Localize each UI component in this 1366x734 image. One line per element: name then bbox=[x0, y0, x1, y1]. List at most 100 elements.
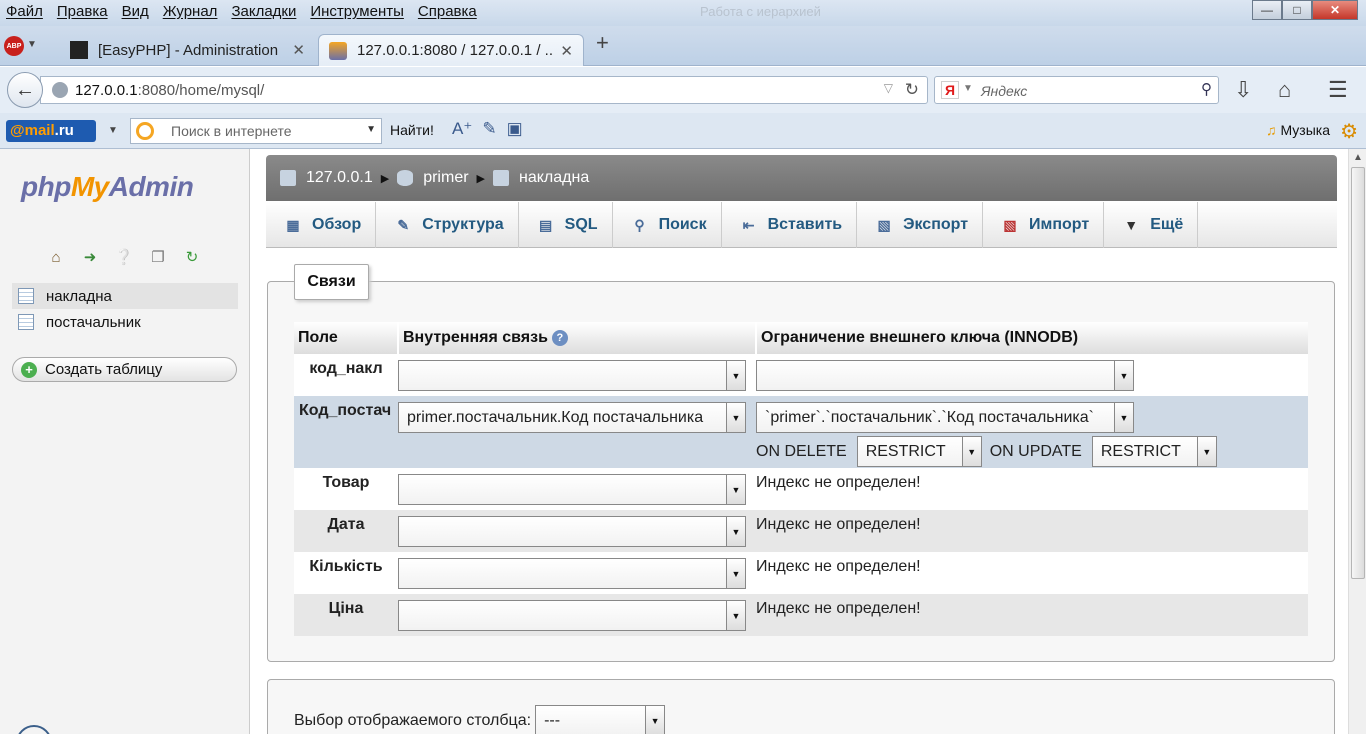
screenshot-icon[interactable]: ▣ bbox=[507, 119, 523, 139]
internet-search-input[interactable]: Поиск в интернете ▼ bbox=[130, 118, 382, 144]
minimize-button[interactable]: — bbox=[1252, 0, 1282, 20]
internal-relation-select[interactable]: ▼ bbox=[398, 600, 746, 631]
tab-easyphp[interactable]: [EasyPHP] - Administration ✕ bbox=[60, 34, 315, 66]
menu-help[interactable]: Справка bbox=[418, 3, 477, 20]
internal-relation-select[interactable]: ▼ bbox=[398, 516, 746, 547]
scroll-up-icon[interactable]: ▲ bbox=[1353, 152, 1363, 163]
adblock-icon[interactable]: ABP bbox=[4, 36, 24, 56]
download-icon[interactable]: ⇩ bbox=[1234, 77, 1252, 103]
table-item-nakladna[interactable]: накладна bbox=[12, 283, 238, 309]
breadcrumb-database[interactable]: primer bbox=[397, 169, 469, 187]
internal-cell: ▼ bbox=[398, 468, 756, 510]
yandex-icon[interactable]: Я bbox=[941, 81, 959, 99]
new-tab-icon[interactable]: + bbox=[596, 30, 609, 56]
tab-close-icon[interactable]: ✕ bbox=[560, 42, 573, 60]
url-history-dropdown-icon[interactable]: ▽ bbox=[884, 81, 893, 95]
display-column-select[interactable]: --- ▼ bbox=[535, 705, 666, 734]
internal-relation-select[interactable]: ▼ bbox=[398, 474, 746, 505]
menu-view[interactable]: Вид bbox=[122, 3, 149, 20]
menu-bookmarks[interactable]: Закладки bbox=[231, 3, 296, 20]
tab-search[interactable]: ⚲ Поиск bbox=[613, 202, 722, 248]
back-button[interactable]: ← bbox=[7, 72, 43, 108]
field-name: Ціна bbox=[294, 594, 398, 636]
navigation-panel: phpMyAdmin ⌂ ➜ ❔ ❐ ↻ накладна постачальн… bbox=[0, 149, 250, 734]
music-button[interactable]: ♫ Музыка bbox=[1266, 122, 1330, 138]
tab-label: SQL bbox=[564, 216, 598, 233]
tab-export[interactable]: ▧ Экспорт bbox=[857, 202, 984, 248]
reload-icon[interactable]: ↻ bbox=[905, 80, 919, 100]
phpmyadmin-logo[interactable]: phpMyAdmin bbox=[21, 171, 194, 203]
insert-icon: ⇤ bbox=[742, 216, 755, 233]
internal-relation-select[interactable]: primer.постачальник.Код постачальника ▼ bbox=[398, 402, 746, 433]
chevron-down-icon[interactable]: ▼ bbox=[366, 124, 376, 135]
menu-file[interactable]: Файл bbox=[6, 3, 43, 20]
internal-relation-select[interactable]: ▼ bbox=[398, 360, 746, 391]
select-value: primer.постачальник.Код постачальника bbox=[407, 408, 704, 426]
tab-structure[interactable]: ✎ Структура bbox=[376, 202, 519, 248]
tab-label: Экспорт bbox=[903, 216, 969, 233]
url-text[interactable]: 127.0.0.1:8080/home/mysql/ bbox=[75, 82, 264, 99]
menu-tools[interactable]: Инструменты bbox=[310, 3, 404, 20]
close-window-button[interactable]: ✕ bbox=[1312, 0, 1358, 20]
mailru-logo-ru: .ru bbox=[54, 122, 74, 139]
maximize-button[interactable]: □ bbox=[1282, 0, 1312, 20]
on-delete-label: ON DELETE bbox=[756, 442, 847, 460]
scrollbar-thumb[interactable] bbox=[1351, 167, 1365, 579]
search-icon: ⚲ bbox=[634, 216, 645, 233]
tab-import[interactable]: ▧ Импорт bbox=[983, 202, 1105, 248]
server-icon bbox=[280, 170, 296, 186]
globe-icon bbox=[52, 82, 68, 98]
chevron-down-icon: ▼ bbox=[645, 706, 665, 734]
select-value: `primer`.`постачальник`.`Код постачальни… bbox=[765, 408, 1094, 426]
search-bar[interactable]: Я ▼ Яндекс ⚲ bbox=[934, 76, 1219, 104]
mailru-dropdown-icon[interactable]: ▼ bbox=[108, 125, 118, 136]
foreign-key-select[interactable]: `primer`.`постачальник`.`Код постачальни… bbox=[756, 402, 1134, 433]
reload-icon[interactable]: ↻ bbox=[182, 247, 202, 267]
url-bar[interactable]: 127.0.0.1:8080/home/mysql/ ▽ ↻ bbox=[40, 76, 928, 104]
search-placeholder: Яндекс bbox=[981, 83, 1028, 99]
pma-favicon-icon bbox=[329, 41, 347, 60]
font-size-icon[interactable]: A⁺ bbox=[452, 119, 472, 139]
find-button[interactable]: Найти! bbox=[390, 122, 434, 138]
foreign-key-select[interactable]: ▼ bbox=[756, 360, 1134, 391]
panel-bottom-icon[interactable] bbox=[16, 725, 52, 734]
on-update-select[interactable]: RESTRICT ▼ bbox=[1091, 436, 1217, 467]
tab-more[interactable]: ▼ Ещё bbox=[1104, 202, 1199, 248]
tab-close-icon[interactable]: ✕ bbox=[292, 41, 305, 59]
tab-insert[interactable]: ⇤ Вставить bbox=[722, 202, 858, 248]
menu-edit[interactable]: Правка bbox=[57, 3, 108, 20]
logout-icon[interactable]: ➜ bbox=[80, 247, 100, 267]
tab-title: [EasyPHP] - Administration bbox=[98, 41, 279, 59]
highlight-icon[interactable]: ✎ bbox=[482, 119, 496, 139]
breadcrumb-table[interactable]: накладна bbox=[493, 169, 589, 187]
internal-cell: primer.постачальник.Код постачальника ▼ bbox=[398, 396, 756, 468]
select-value: RESTRICT bbox=[1100, 442, 1181, 460]
search-icon[interactable]: ⚲ bbox=[1201, 80, 1212, 98]
breadcrumb-server[interactable]: 127.0.0.1 bbox=[280, 169, 373, 187]
table-icon bbox=[493, 170, 510, 186]
field-name: Товар bbox=[294, 468, 398, 510]
tab-phpmyadmin[interactable]: 127.0.0.1:8080 / 127.0.0.1 / ... ✕ bbox=[318, 34, 584, 66]
home-icon[interactable]: ⌂ bbox=[46, 247, 66, 267]
mailru-logo[interactable]: @mail.ru bbox=[6, 120, 96, 142]
header-internal-label: Внутренняя связь bbox=[403, 329, 548, 346]
hamburger-menu-icon[interactable]: ☰ bbox=[1328, 77, 1348, 103]
gear-icon[interactable]: ⚙ bbox=[1340, 119, 1358, 144]
search-engine-dropdown-icon[interactable]: ▼ bbox=[963, 83, 973, 94]
help-icon[interactable]: ❔ bbox=[114, 247, 134, 267]
table-name[interactable]: постачальник bbox=[46, 314, 141, 331]
menu-history[interactable]: Журнал bbox=[163, 3, 218, 20]
internal-relation-select[interactable]: ▼ bbox=[398, 558, 746, 589]
tab-sql[interactable]: ▤ SQL bbox=[519, 202, 613, 248]
help-icon[interactable]: ? bbox=[551, 329, 568, 346]
create-table-button[interactable]: + Создать таблицу bbox=[12, 357, 237, 382]
home-icon[interactable]: ⌂ bbox=[1278, 77, 1291, 103]
page-scrollbar[interactable]: ▲ bbox=[1348, 149, 1366, 734]
tab-title: 127.0.0.1:8080 / 127.0.0.1 / ... bbox=[357, 42, 555, 59]
tab-browse[interactable]: ▦ Обзор bbox=[266, 202, 377, 248]
on-delete-select[interactable]: RESTRICT ▼ bbox=[856, 436, 982, 467]
table-item-postachalnyk[interactable]: постачальник bbox=[12, 309, 238, 335]
table-name[interactable]: накладна bbox=[46, 288, 112, 305]
docs-icon[interactable]: ❐ bbox=[148, 247, 168, 267]
adblock-dropdown-icon[interactable]: ▼ bbox=[27, 39, 37, 50]
